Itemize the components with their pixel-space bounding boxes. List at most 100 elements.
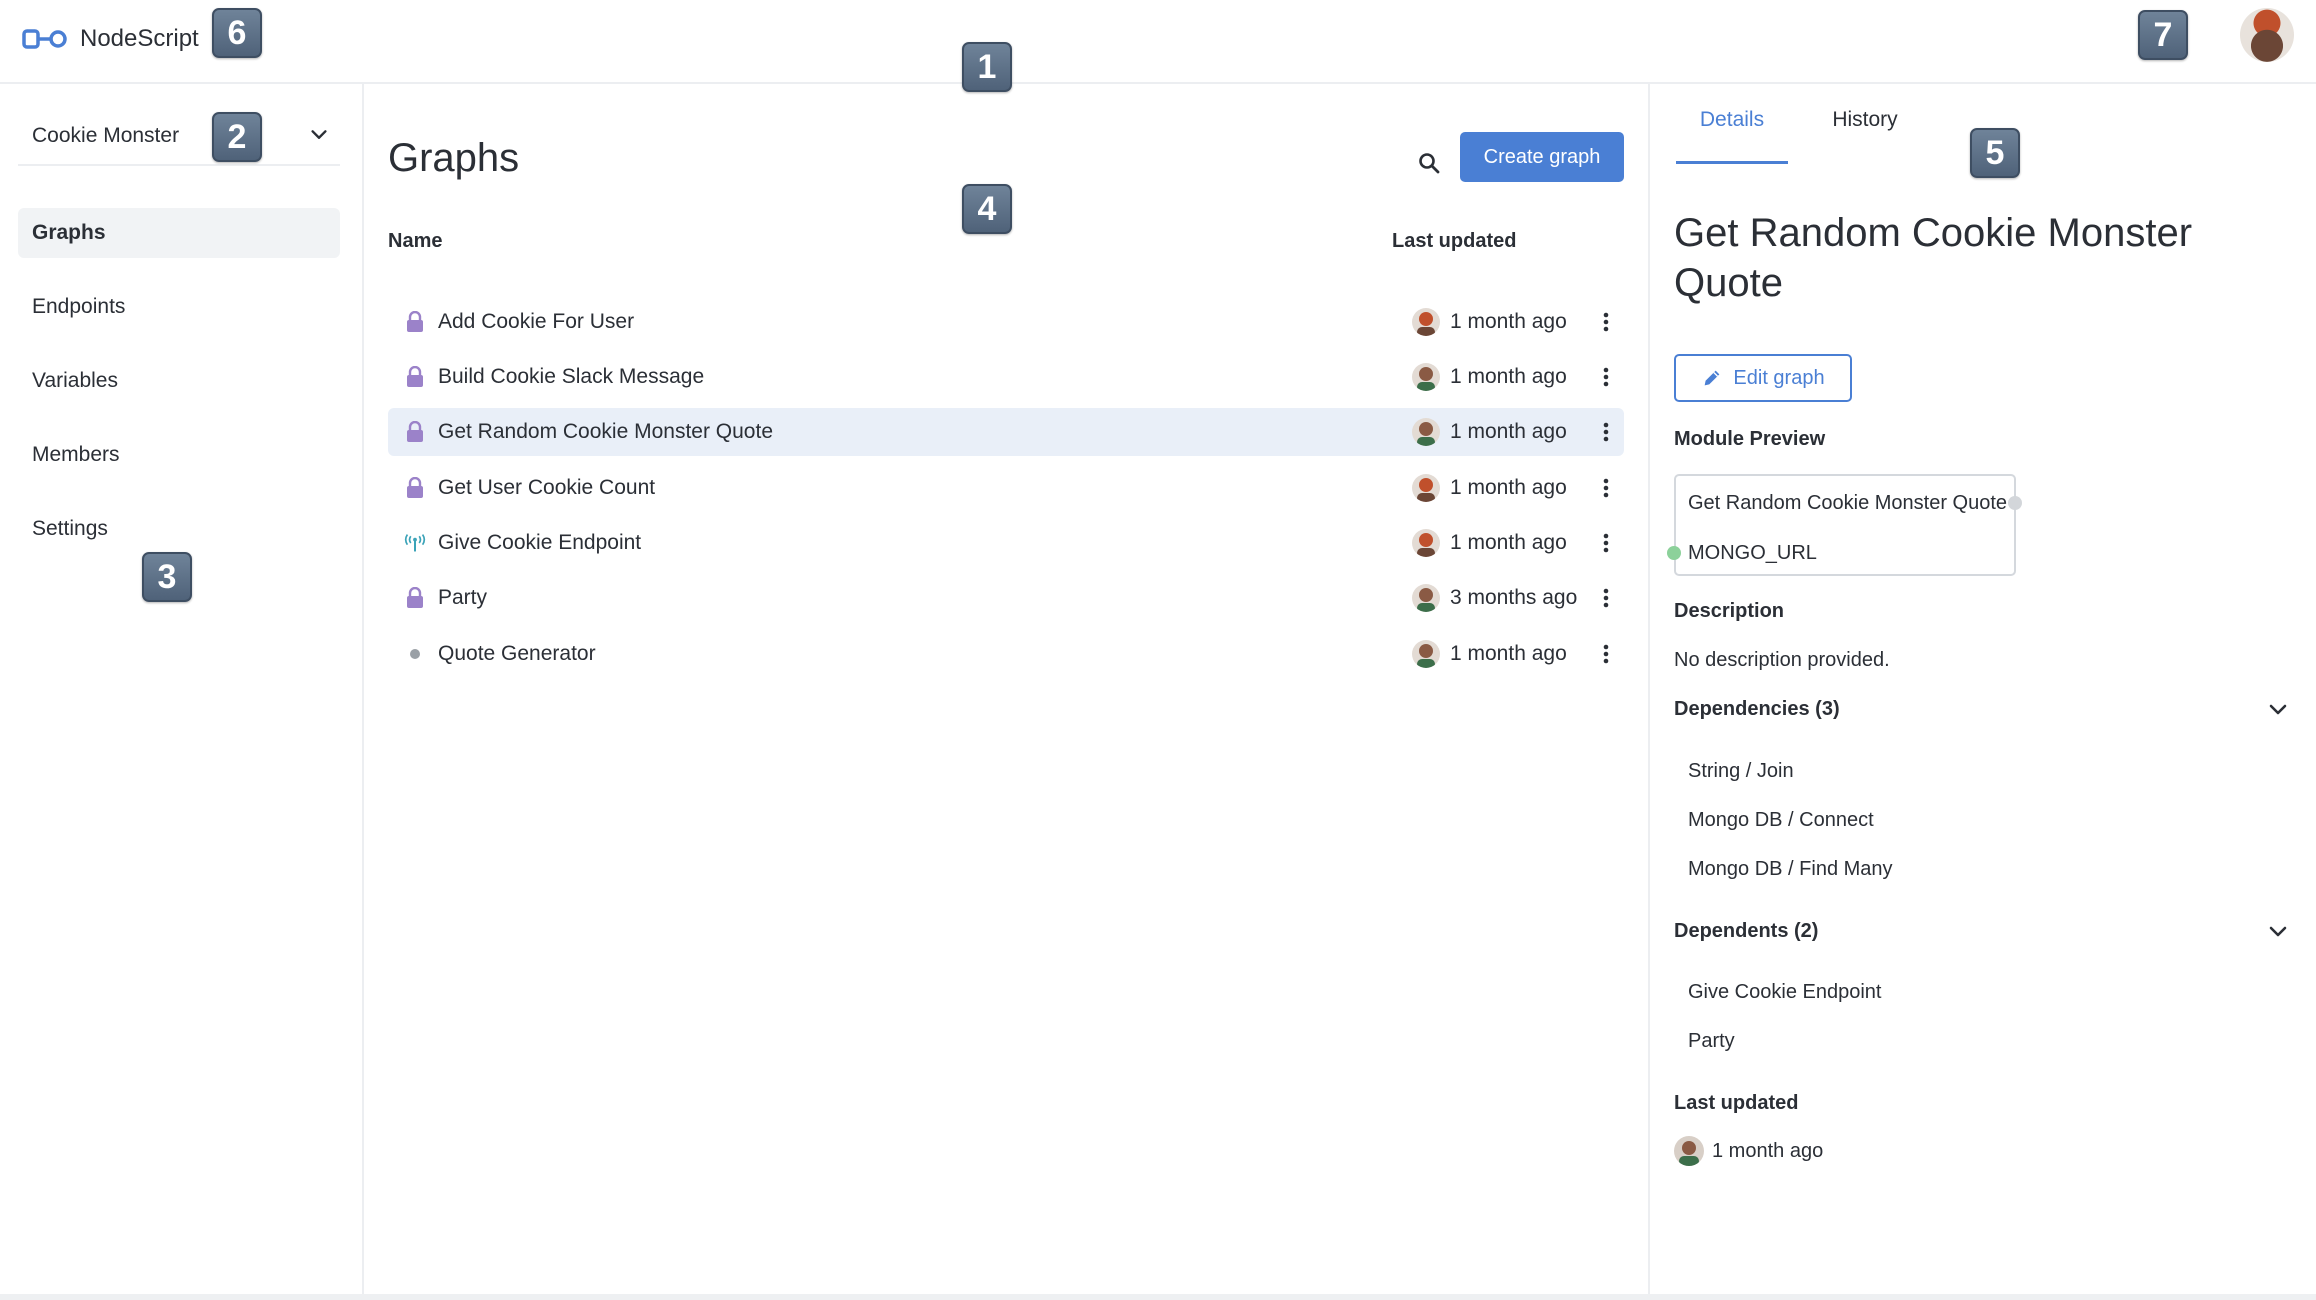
avatar [1412, 584, 1440, 612]
sidebar-item-label: Endpoints [32, 295, 126, 318]
last-updated-text: 1 month ago [1450, 420, 1567, 443]
dependent-item[interactable]: Give Cookie Endpoint [1688, 981, 1881, 1004]
table-row[interactable]: Build Cookie Slack Message 1 month ago [388, 353, 1624, 401]
sidebar-item-graphs[interactable]: Graphs [18, 208, 340, 258]
annotation-badge-2: 2 [212, 112, 262, 162]
dependency-item[interactable]: Mongo DB / Connect [1688, 809, 1874, 832]
dependent-item[interactable]: Party [1688, 1030, 1735, 1053]
description-text: No description provided. [1674, 649, 1890, 671]
last-updated-text: 1 month ago [1450, 476, 1567, 499]
lock-icon [404, 586, 426, 610]
module-preview-label: Module Preview [1674, 428, 1826, 450]
avatar [1412, 363, 1440, 391]
avatar [1412, 418, 1440, 446]
more-options-icon[interactable] [1592, 363, 1620, 391]
avatar [1412, 474, 1440, 502]
lock-icon [404, 420, 426, 444]
avatar [1412, 529, 1440, 557]
more-options-icon[interactable] [1592, 529, 1620, 557]
user-avatar[interactable] [2240, 8, 2294, 62]
bottom-border [0, 1294, 2316, 1300]
lock-icon [404, 310, 426, 334]
graph-name: Party [438, 586, 488, 609]
table-row[interactable]: Party 3 months ago [388, 574, 1624, 622]
table-row[interactable]: Add Cookie For User 1 month ago [388, 298, 1624, 346]
avatar [1674, 1136, 1704, 1166]
chevron-down-icon [311, 130, 327, 139]
avatar [1412, 308, 1440, 336]
last-updated-text: 1 month ago [1450, 642, 1567, 665]
more-options-icon[interactable] [1592, 418, 1620, 446]
app-name: NodeScript [80, 25, 199, 52]
table-row[interactable]: Get User Cookie Count 1 month ago [388, 464, 1624, 512]
annotation-badge-4: 4 [962, 184, 1012, 234]
last-updated-label: Last updated [1674, 1092, 1799, 1114]
search-icon [1419, 153, 1440, 174]
top-bar: NodeScript [0, 0, 2316, 84]
sidebar: Cookie Monster Graphs Endpoints Variable… [0, 84, 364, 1300]
dependency-item[interactable]: Mongo DB / Find Many [1688, 858, 1893, 881]
sidebar-item-label: Variables [32, 369, 118, 392]
description-label: Description [1674, 600, 1785, 622]
dependents-label[interactable]: Dependents (2) [1674, 920, 1818, 943]
dependency-item[interactable]: String / Join [1688, 760, 1794, 783]
last-updated-text: 3 months ago [1450, 586, 1578, 609]
column-header-last-updated[interactable]: Last updated [1392, 230, 1516, 253]
pencil-icon [1705, 370, 1720, 386]
app-logo[interactable]: NodeScript [22, 24, 199, 54]
more-options-icon[interactable] [1592, 640, 1620, 668]
more-options-icon[interactable] [1592, 584, 1620, 612]
workspace-selector[interactable]: Cookie Monster [18, 102, 340, 166]
annotation-badge-3: 3 [142, 552, 192, 602]
logo-icon [22, 29, 67, 49]
tab-details[interactable]: Details [1676, 108, 1788, 164]
table-row[interactable]: Quote Generator 1 month ago [388, 630, 1624, 678]
sidebar-item-members[interactable]: Members [18, 430, 340, 480]
sidebar-item-endpoints[interactable]: Endpoints [18, 282, 340, 332]
graph-name: Add Cookie For User [438, 310, 635, 333]
last-updated-text: 1 month ago [1450, 365, 1567, 388]
module-name: Get Random Cookie Monster Quote [1688, 492, 2008, 514]
create-graph-button[interactable]: Create graph [1460, 132, 1624, 182]
search-button[interactable] [1404, 138, 1454, 188]
output-port[interactable] [2008, 496, 2022, 510]
annotation-badge-6: 6 [212, 8, 262, 58]
table-row[interactable]: Get Random Cookie Monster Quote 1 month a… [388, 408, 1624, 456]
sidebar-item-settings[interactable]: Settings [18, 504, 340, 554]
tab-history[interactable]: History [1810, 108, 1920, 164]
lock-icon [404, 476, 426, 500]
graphs-panel: Graphs Create graph Name Last updated Ad… [366, 84, 1650, 1300]
more-options-icon[interactable] [1592, 474, 1620, 502]
workspace-name: Cookie Monster [32, 124, 180, 147]
last-updated-text: 1 month ago [1450, 531, 1567, 554]
graph-name: Get User Cookie Count [438, 476, 656, 499]
graph-title: Get Random Cookie Monster Quote [1674, 211, 2193, 305]
page-title: Graphs [388, 136, 520, 180]
sidebar-item-variables[interactable]: Variables [18, 356, 340, 406]
sidebar-item-label: Members [32, 443, 120, 466]
column-header-name[interactable]: Name [388, 230, 442, 253]
edit-graph-button[interactable]: Edit graph [1674, 354, 1852, 402]
last-updated-text: 1 month ago [1450, 310, 1567, 333]
sidebar-item-label: Graphs [32, 221, 106, 244]
chevron-down-icon[interactable] [2266, 698, 2290, 722]
graph-name: Get Random Cookie Monster Quote [438, 420, 773, 443]
input-port[interactable] [1667, 546, 1681, 560]
chevron-down-icon[interactable] [2266, 920, 2290, 944]
table-row[interactable]: Give Cookie Endpoint 1 month ago [388, 519, 1624, 567]
annotation-badge-5: 5 [1970, 128, 2020, 178]
more-options-icon[interactable] [1592, 308, 1620, 336]
sidebar-item-label: Settings [32, 517, 108, 540]
annotation-badge-7: 7 [2138, 10, 2188, 60]
avatar [1412, 640, 1440, 668]
details-panel: Details History Get Random Cookie Monste… [1652, 84, 2316, 1300]
annotation-badge-1: 1 [962, 42, 1012, 92]
graph-name: Build Cookie Slack Message [438, 365, 705, 388]
antenna-icon [404, 531, 426, 555]
module-preview[interactable]: Get Random Cookie Monster Quote MONGO_UR… [1667, 474, 2022, 576]
dot-icon [404, 642, 426, 666]
last-updated-value: 1 month ago [1712, 1140, 1824, 1162]
lock-icon [404, 365, 426, 389]
dependencies-label[interactable]: Dependencies (3) [1674, 698, 1840, 721]
module-param: MONGO_URL [1688, 542, 1817, 564]
